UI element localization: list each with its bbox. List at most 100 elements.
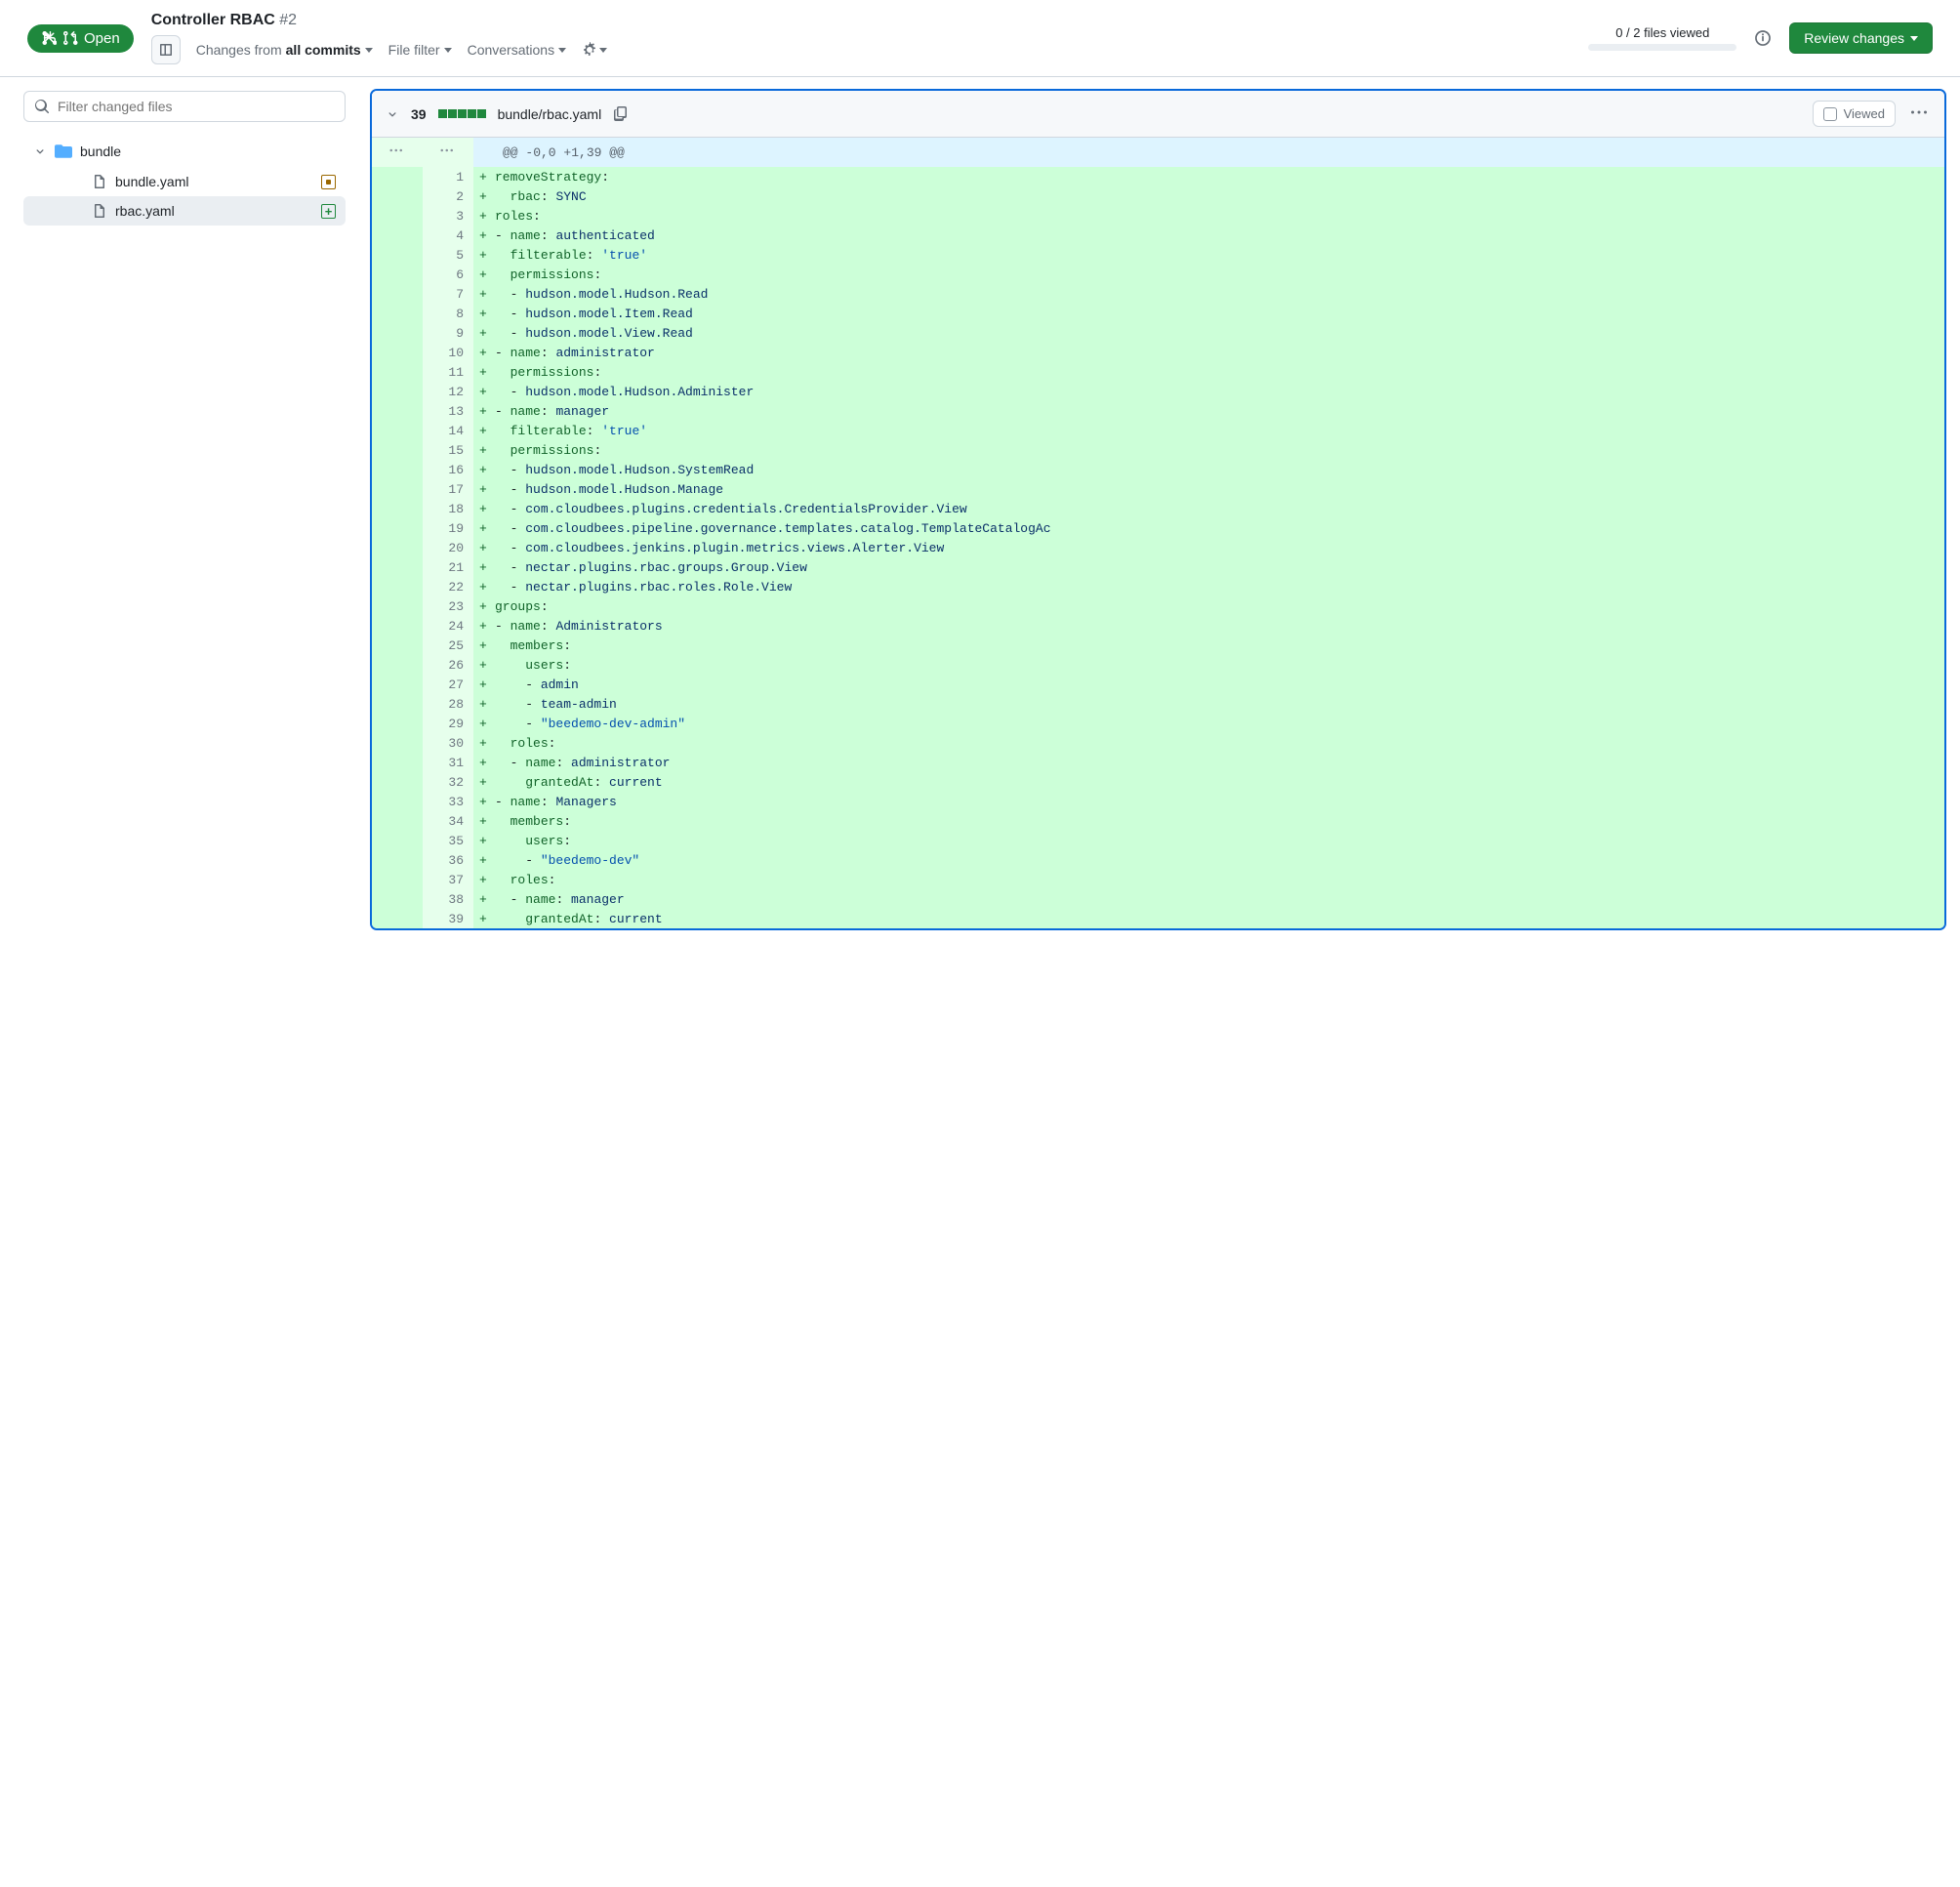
diff-sign: + xyxy=(473,772,495,792)
expand-hunk-button[interactable] xyxy=(423,138,473,167)
chevron-down-icon[interactable] xyxy=(386,107,399,121)
old-line-number xyxy=(372,733,423,753)
diff-line[interactable]: 20+ - com.cloudbees.jenkins.plugin.metri… xyxy=(372,538,1944,557)
changes-from-dropdown[interactable]: Changes from all commits xyxy=(196,42,373,58)
diff-line[interactable]: 10+- name: administrator xyxy=(372,343,1944,362)
diff-line[interactable]: 30+ roles: xyxy=(372,733,1944,753)
file-filter-dropdown[interactable]: File filter xyxy=(388,42,452,58)
diff-line[interactable]: 26+ users: xyxy=(372,655,1944,675)
diff-line[interactable]: 31+ - name: administrator xyxy=(372,753,1944,772)
diff-sign: + xyxy=(473,167,495,186)
new-line-number: 6 xyxy=(423,265,473,284)
diff-sign: + xyxy=(473,792,495,811)
new-line-number: 29 xyxy=(423,714,473,733)
diff-line[interactable]: 27+ - admin xyxy=(372,675,1944,694)
code-cell: groups: xyxy=(495,596,1944,616)
diff-line[interactable]: 15+ permissions: xyxy=(372,440,1944,460)
diff-sign: + xyxy=(473,186,495,206)
diff-sign: + xyxy=(473,518,495,538)
diff-line[interactable]: 11+ permissions: xyxy=(372,362,1944,382)
diff-line[interactable]: 35+ users: xyxy=(372,831,1944,850)
diff-line[interactable]: 22+ - nectar.plugins.rbac.roles.Role.Vie… xyxy=(372,577,1944,596)
code-cell: - com.cloudbees.plugins.credentials.Cred… xyxy=(495,499,1944,518)
file-row[interactable]: bundle.yaml xyxy=(23,167,346,196)
toggle-sidebar-button[interactable] xyxy=(151,35,181,64)
chevron-down-icon xyxy=(33,144,47,158)
diff-line[interactable]: 21+ - nectar.plugins.rbac.groups.Group.V… xyxy=(372,557,1944,577)
new-line-number: 1 xyxy=(423,167,473,186)
diff-line[interactable]: 3+roles: xyxy=(372,206,1944,226)
old-line-number xyxy=(372,226,423,245)
new-line-number: 31 xyxy=(423,753,473,772)
diff-line[interactable]: 14+ filterable: 'true' xyxy=(372,421,1944,440)
code-cell: - name: manager xyxy=(495,401,1944,421)
expand-hunk-button[interactable] xyxy=(372,138,423,167)
viewed-toggle[interactable]: Viewed xyxy=(1813,101,1896,127)
diff-sign: + xyxy=(473,655,495,675)
diff-line[interactable]: 4+- name: authenticated xyxy=(372,226,1944,245)
diff-line[interactable]: 38+ - name: manager xyxy=(372,889,1944,909)
diff-line[interactable]: 36+ - "beedemo-dev" xyxy=(372,850,1944,870)
diff-line[interactable]: 7+ - hudson.model.Hudson.Read xyxy=(372,284,1944,304)
review-changes-button[interactable]: Review changes xyxy=(1789,22,1933,54)
code-cell: - admin xyxy=(495,675,1944,694)
title-block: Controller RBAC #2 Changes from all comm… xyxy=(151,12,607,64)
filter-files-input[interactable] xyxy=(58,99,335,114)
old-line-number xyxy=(372,245,423,265)
diff-line[interactable]: 28+ - team-admin xyxy=(372,694,1944,714)
filter-files-field[interactable] xyxy=(23,91,346,122)
code-cell: - hudson.model.Item.Read xyxy=(495,304,1944,323)
new-line-number: 15 xyxy=(423,440,473,460)
new-line-number: 35 xyxy=(423,831,473,850)
diff-settings-dropdown[interactable] xyxy=(582,42,607,58)
diff-line[interactable]: 29+ - "beedemo-dev-admin" xyxy=(372,714,1944,733)
diff-line[interactable]: 19+ - com.cloudbees.pipeline.governance.… xyxy=(372,518,1944,538)
old-line-number xyxy=(372,401,423,421)
lines-changed-count: 39 xyxy=(411,106,427,122)
diff-line[interactable]: 25+ members: xyxy=(372,636,1944,655)
diff-line[interactable]: 16+ - hudson.model.Hudson.SystemRead xyxy=(372,460,1944,479)
old-line-number xyxy=(372,675,423,694)
diff-line[interactable]: 23+groups: xyxy=(372,596,1944,616)
diff-line[interactable]: 37+ roles: xyxy=(372,870,1944,889)
code-cell: - nectar.plugins.rbac.groups.Group.View xyxy=(495,557,1944,577)
diff-line[interactable]: 32+ grantedAt: current xyxy=(372,772,1944,792)
code-cell: - name: Administrators xyxy=(495,616,1944,636)
diff-sign: + xyxy=(473,460,495,479)
new-line-number: 39 xyxy=(423,909,473,928)
diff-line[interactable]: 13+- name: manager xyxy=(372,401,1944,421)
diff-line[interactable]: 9+ - hudson.model.View.Read xyxy=(372,323,1944,343)
diff-line[interactable]: 2+ rbac: SYNC xyxy=(372,186,1944,206)
diff-line[interactable]: 8+ - hudson.model.Item.Read xyxy=(372,304,1944,323)
conversations-dropdown[interactable]: Conversations xyxy=(468,42,567,58)
code-cell: - com.cloudbees.jenkins.plugin.metrics.v… xyxy=(495,538,1944,557)
file-row[interactable]: rbac.yaml+ xyxy=(23,196,346,226)
diff-sign: + xyxy=(473,421,495,440)
file-path[interactable]: bundle/rbac.yaml xyxy=(498,106,602,122)
diff-line[interactable]: 33+- name: Managers xyxy=(372,792,1944,811)
new-line-number: 37 xyxy=(423,870,473,889)
code-cell: - "beedemo-dev" xyxy=(495,850,1944,870)
diff-line[interactable]: 12+ - hudson.model.Hudson.Administer xyxy=(372,382,1944,401)
new-line-number: 12 xyxy=(423,382,473,401)
diff-line[interactable]: 17+ - hudson.model.Hudson.Manage xyxy=(372,479,1944,499)
diff-line[interactable]: 24+- name: Administrators xyxy=(372,616,1944,636)
code-cell: grantedAt: current xyxy=(495,909,1944,928)
diff-sign: + xyxy=(473,636,495,655)
file-menu-button[interactable] xyxy=(1907,101,1931,127)
diff-sign: + xyxy=(473,850,495,870)
diff-line[interactable]: 34+ members: xyxy=(372,811,1944,831)
folder-row[interactable]: bundle xyxy=(23,136,346,167)
diff-line[interactable]: 5+ filterable: 'true' xyxy=(372,245,1944,265)
info-icon[interactable] xyxy=(1754,29,1772,47)
diff-line[interactable]: 1+removeStrategy: xyxy=(372,167,1944,186)
diff-line[interactable]: 18+ - com.cloudbees.plugins.credentials.… xyxy=(372,499,1944,518)
code-cell: members: xyxy=(495,636,1944,655)
diff-line[interactable]: 6+ permissions: xyxy=(372,265,1944,284)
caret-down-icon xyxy=(444,48,452,53)
old-line-number xyxy=(372,753,423,772)
old-line-number xyxy=(372,421,423,440)
diff-line[interactable]: 39+ grantedAt: current xyxy=(372,909,1944,928)
copy-icon[interactable] xyxy=(613,106,629,122)
gear-icon xyxy=(582,42,597,58)
